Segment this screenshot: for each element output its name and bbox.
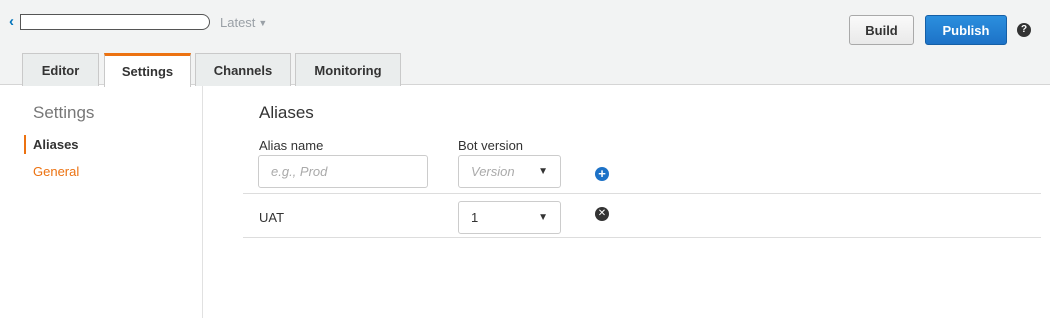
- alias-row-name: UAT: [259, 210, 285, 225]
- sidebar-title: Settings: [33, 103, 95, 122]
- bot-name-redacted: [20, 14, 210, 30]
- build-button[interactable]: Build: [849, 15, 914, 45]
- caret-down-icon: ▼: [258, 18, 268, 28]
- row-divider: [243, 237, 1041, 238]
- back-chevron-icon[interactable]: ‹: [9, 13, 14, 30]
- alias-row-version-select[interactable]: 1 ▼: [458, 201, 561, 234]
- tab-settings[interactable]: Settings: [104, 53, 191, 87]
- help-icon[interactable]: ?: [1017, 23, 1031, 37]
- settings-sidebar: Settings Aliases General: [0, 86, 203, 318]
- new-alias-version-select[interactable]: Version ▼: [458, 155, 561, 188]
- tab-editor[interactable]: Editor: [22, 53, 99, 86]
- sidebar-item-general[interactable]: General: [33, 164, 79, 179]
- add-alias-icon[interactable]: +: [595, 167, 609, 181]
- version-select-placeholder: Version: [471, 164, 515, 179]
- page-title: Aliases: [259, 103, 314, 122]
- header-bar: ‹ Latest ▼ Build Publish ? Editor Setting…: [0, 0, 1050, 87]
- bot-version-column-label: Bot version: [458, 138, 524, 153]
- remove-alias-icon[interactable]: ✕: [595, 207, 609, 221]
- bot-version-label: Latest: [220, 15, 256, 30]
- tab-monitoring[interactable]: Monitoring: [295, 53, 401, 86]
- tab-channels[interactable]: Channels: [195, 53, 291, 86]
- alias-name-column-label: Alias name: [259, 138, 324, 153]
- bot-version-dropdown[interactable]: Latest ▼: [220, 15, 267, 30]
- alias-row-version: 1: [471, 210, 479, 225]
- row-divider: [243, 193, 1041, 194]
- publish-button[interactable]: Publish: [925, 15, 1007, 45]
- alias-name-input[interactable]: [258, 155, 428, 188]
- caret-down-icon: ▼: [538, 166, 548, 177]
- sidebar-item-aliases[interactable]: Aliases: [24, 135, 79, 154]
- caret-down-icon: ▼: [538, 212, 548, 223]
